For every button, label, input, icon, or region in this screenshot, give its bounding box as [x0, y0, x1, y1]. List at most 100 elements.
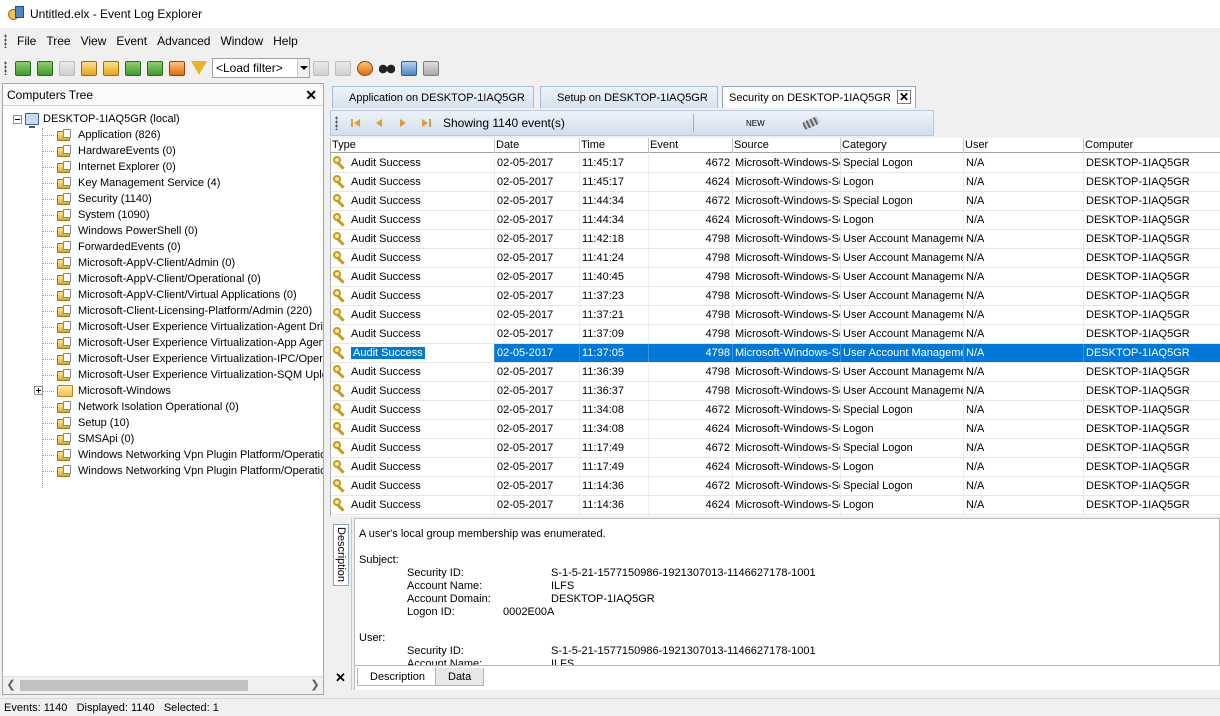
event-grid: Type Date Time Event Source Category User Compu…: [330, 138, 1220, 516]
menu-file[interactable]: File: [12, 30, 41, 52]
tree-item[interactable]: Application (826): [31, 127, 161, 143]
close-tab-icon[interactable]: ✕: [897, 90, 911, 104]
table-row[interactable]: Audit Success 02-05-2017 11:44:34 4624 Micro…: [331, 211, 1220, 230]
table-row[interactable]: Audit Success 02-05-2017 11:37:09 4798 Micro…: [331, 325, 1220, 344]
table-row[interactable]: Audit Success 02-05-2017 11:41:24 4798 Micro…: [331, 249, 1220, 268]
tab-application[interactable]: Application on DESKTOP-1IAQ5GR: [332, 86, 534, 108]
tree-item[interactable]: Windows Networking Vpn Plugin Platform/O…: [31, 463, 323, 479]
load-filter-select[interactable]: <Load filter>: [212, 58, 310, 78]
table-row[interactable]: Audit Success 02-05-2017 11:34:08 4624 Micro…: [331, 420, 1220, 439]
menu-view[interactable]: View: [76, 30, 112, 52]
table-row[interactable]: Audit Success 02-05-2017 11:44:34 4672 Micro…: [331, 192, 1220, 211]
tree-item[interactable]: Security (1140): [31, 191, 152, 207]
cell-category: User Account Manageme: [841, 382, 964, 400]
table-row[interactable]: Audit Success 02-05-2017 11:45:17 4624 Micro…: [331, 173, 1220, 192]
description-side-tab[interactable]: Description: [333, 524, 349, 586]
add-log-button[interactable]: [34, 57, 56, 79]
clear-log-button[interactable]: [332, 57, 354, 79]
tree-item[interactable]: Microsoft-AppV-Client/Admin (0): [31, 255, 235, 271]
table-row[interactable]: Audit Success 02-05-2017 11:36:39 4798 Micro…: [331, 363, 1220, 382]
chevron-down-icon[interactable]: [297, 59, 309, 77]
tree-item[interactable]: Windows PowerShell (0): [31, 223, 198, 239]
filter-button[interactable]: [188, 57, 210, 79]
save-as-button[interactable]: [144, 57, 166, 79]
tree-item[interactable]: Microsoft-User Experience Virtualization…: [31, 335, 323, 351]
eraser-icon[interactable]: [801, 115, 820, 131]
table-row[interactable]: Audit Success 02-05-2017 11:45:17 4672 Micro…: [331, 154, 1220, 173]
column-header-time[interactable]: Time: [580, 138, 649, 153]
tab-data[interactable]: Data: [435, 668, 485, 686]
table-row[interactable]: Audit Success 02-05-2017 11:42:18 4798 Micro…: [331, 230, 1220, 249]
expand-icon[interactable]: [34, 386, 43, 395]
tree-item[interactable]: Microsoft-Client-Licensing-Platform/Admi…: [31, 303, 312, 319]
table-row[interactable]: Audit Success 02-05-2017 11:36:37 4798 Micro…: [331, 382, 1220, 401]
tree-item[interactable]: SMSApi (0): [31, 431, 134, 447]
tree-item[interactable]: Windows Networking Vpn Plugin Platform/O…: [31, 447, 323, 463]
new-events-button[interactable]: NEW: [746, 119, 765, 128]
tree-item[interactable]: System (1090): [31, 207, 150, 223]
next-page-button[interactable]: [391, 112, 415, 134]
tree-connector-line: [42, 182, 54, 184]
collapse-icon[interactable]: [13, 114, 22, 124]
save-button[interactable]: [122, 57, 144, 79]
column-header-event[interactable]: Event: [649, 138, 733, 153]
column-header-computer[interactable]: Computer: [1084, 138, 1220, 153]
tab-description[interactable]: Description: [357, 668, 439, 686]
audit-success-key-icon: [333, 403, 347, 417]
table-row[interactable]: Audit Success 02-05-2017 11:37:21 4798 Micro…: [331, 306, 1220, 325]
tree-item[interactable]: Microsoft-User Experience Virtualization…: [31, 319, 323, 335]
print-button[interactable]: [420, 57, 442, 79]
tree-item[interactable]: Microsoft-AppV-Client/Operational (0): [31, 271, 261, 287]
first-page-button[interactable]: [343, 112, 367, 134]
tab-security[interactable]: Security on DESKTOP-1IAQ5GR ✕: [722, 86, 916, 108]
menu-help[interactable]: Help: [268, 30, 303, 52]
scroll-left-icon[interactable]: ❮: [3, 677, 19, 694]
find-next-button[interactable]: [398, 57, 420, 79]
clear-filter-button[interactable]: [310, 57, 332, 79]
open-log-button[interactable]: [78, 57, 100, 79]
tree-item[interactable]: Key Management Service (4): [31, 175, 220, 191]
table-row[interactable]: Audit Success 02-05-2017 11:17:49 4672 Micro…: [331, 439, 1220, 458]
scroll-right-icon[interactable]: ❯: [307, 677, 323, 694]
last-page-button[interactable]: [415, 112, 439, 134]
table-row[interactable]: Audit Success 02-05-2017 11:40:45 4798 Micro…: [331, 268, 1220, 287]
menu-tree[interactable]: Tree: [41, 30, 75, 52]
tree-item[interactable]: Microsoft-User Experience Virtualization…: [31, 367, 323, 383]
column-header-type[interactable]: Type: [331, 138, 495, 153]
tree-item[interactable]: ForwardedEvents (0): [31, 239, 181, 255]
column-header-user[interactable]: User: [964, 138, 1084, 153]
prev-page-button[interactable]: [367, 112, 391, 134]
tree-node-computer[interactable]: DESKTOP-1IAQ5GR (local): [13, 111, 180, 128]
tree-item[interactable]: Network Isolation Operational (0): [31, 399, 239, 415]
scrollbar-thumb[interactable]: [20, 680, 248, 691]
refresh-button[interactable]: [354, 57, 376, 79]
tab-setup[interactable]: Setup on DESKTOP-1IAQ5GR: [540, 86, 718, 108]
open-folder-button[interactable]: [100, 57, 122, 79]
column-header-date[interactable]: Date: [495, 138, 580, 153]
menu-event[interactable]: Event: [111, 30, 152, 52]
remove-button[interactable]: [56, 57, 78, 79]
tree-item[interactable]: HardwareEvents (0): [31, 143, 176, 159]
table-row[interactable]: Audit Success 02-05-2017 11:34:08 4672 Micro…: [331, 401, 1220, 420]
column-header-category[interactable]: Category: [841, 138, 964, 153]
add-computer-button[interactable]: [12, 57, 34, 79]
table-row[interactable]: Audit Success 02-05-2017 11:17:49 4624 Micro…: [331, 458, 1220, 477]
tree-item[interactable]: Setup (10): [31, 415, 129, 431]
table-row[interactable]: Audit Success 02-05-2017 11:37:23 4798 Micro…: [331, 287, 1220, 306]
delete-button[interactable]: [166, 57, 188, 79]
close-icon[interactable]: ✕: [305, 87, 317, 104]
tree-horizontal-scrollbar[interactable]: ❮ ❯: [3, 676, 323, 694]
tree-item[interactable]: Microsoft-Windows: [31, 383, 171, 399]
tree-item[interactable]: Microsoft-AppV-Client/Virtual Applicatio…: [31, 287, 297, 303]
table-row[interactable]: Audit Success 02-05-2017 11:37:05 4798 Micro…: [331, 344, 1220, 363]
table-row[interactable]: Audit Success 02-05-2017 11:14:36 4624 Micro…: [331, 496, 1220, 515]
tree-item[interactable]: Microsoft-User Experience Virtualization…: [31, 351, 323, 367]
find-button[interactable]: [376, 57, 398, 79]
tree-item-label: Windows Networking Vpn Plugin Platform/O…: [78, 449, 323, 461]
menu-window[interactable]: Window: [215, 30, 268, 52]
tree-item[interactable]: Internet Explorer (0): [31, 159, 176, 175]
table-row[interactable]: Audit Success 02-05-2017 11:14:36 4672 Micro…: [331, 477, 1220, 496]
menu-advanced[interactable]: Advanced: [152, 30, 215, 52]
column-header-source[interactable]: Source: [733, 138, 841, 153]
close-icon[interactable]: ✕: [335, 670, 346, 686]
